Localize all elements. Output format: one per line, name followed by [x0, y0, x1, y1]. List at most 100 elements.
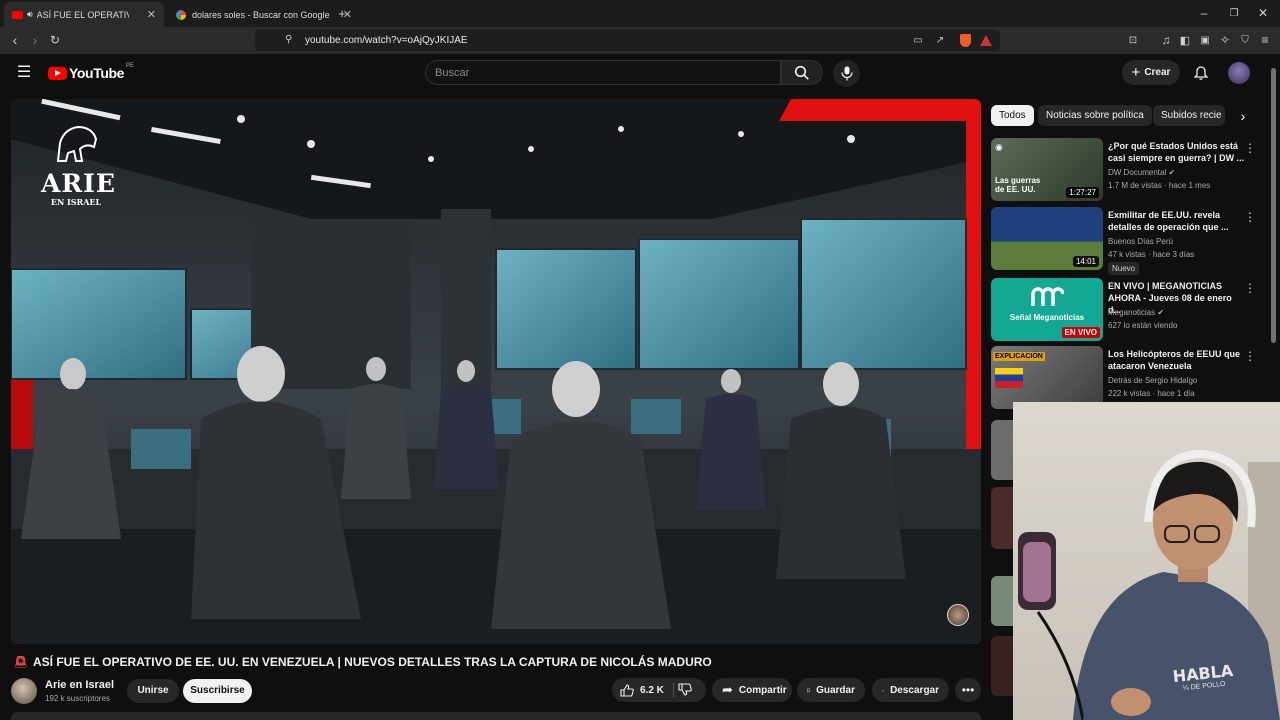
video-title[interactable]: Los Helicópteros de EEUU que atacaron Ve…: [1108, 348, 1246, 372]
more-vertical-icon[interactable]: ⋮: [1244, 141, 1256, 155]
video-title: ASÍ FUE EL OPERATIVO DE EE. UU. EN VENEZ…: [33, 655, 712, 669]
forward-icon[interactable]: ›: [26, 31, 44, 49]
maximize-icon[interactable]: ❐: [1226, 4, 1242, 22]
tab-title: ASÍ FUE EL OPERATIVO DE EE. UU.: [36, 9, 129, 20]
recommendation-item[interactable]: 14:01 Exmilitar de EE.UU. revela detalle…: [991, 207, 1261, 275]
lion-icon: [56, 125, 98, 162]
more-vertical-icon[interactable]: ⋮: [1244, 349, 1256, 363]
webcam-overlay: HABLA ¼ DE POLLO: [1013, 402, 1280, 720]
wallet-icon[interactable]: ▣: [1197, 32, 1213, 48]
share-icon[interactable]: ↗: [932, 32, 948, 48]
speaker-icon[interactable]: 🔊︎: [27, 9, 33, 20]
ai-assistant-icon[interactable]: ✧: [1217, 32, 1233, 48]
search-button[interactable]: [781, 60, 823, 85]
browser-tab-active[interactable]: 🔊︎ ASÍ FUE EL OPERATIVO DE EE. UU. ✕: [4, 2, 164, 27]
minimize-icon[interactable]: –: [1196, 4, 1212, 22]
video-meta: 1.7 M de vistas · hace 1 mes: [1108, 181, 1211, 190]
channel-name[interactable]: Arie en Israel: [45, 679, 114, 691]
channel-name[interactable]: DW Documental ✔: [1108, 168, 1175, 177]
live-badge: EN VIVO: [1061, 327, 1100, 338]
video-player[interactable]: ARIE EN ISRAEL: [11, 99, 981, 644]
subscribe-button[interactable]: Suscribirse: [183, 679, 252, 703]
sidebar-icon[interactable]: ◧: [1177, 32, 1193, 48]
thumbnail-text: Las guerras de EE. UU.: [995, 176, 1041, 194]
thumbnail-text: Señal Meganoticias: [1009, 313, 1085, 322]
notifications-bell-icon[interactable]: [1191, 63, 1211, 83]
search-input[interactable]: Buscar: [425, 60, 781, 85]
media-icon[interactable]: ♫: [1158, 32, 1174, 48]
video-meta: 222 k vistas · hace 1 día: [1108, 389, 1195, 398]
hamburger-menu-icon[interactable]: ☰: [14, 62, 34, 82]
address-bar[interactable]: ⚲ youtube.com/watch?v=oAjQyJKIJAE: [255, 30, 1000, 51]
close-window-icon[interactable]: ✕: [1255, 4, 1271, 22]
description-box-edge: [11, 712, 981, 720]
brave-shield-icon[interactable]: [958, 32, 972, 48]
video-thumbnail[interactable]: 14:01: [991, 207, 1103, 270]
meganoticias-logo-icon: [1031, 287, 1064, 306]
share-button[interactable]: ➦ Compartir: [712, 678, 792, 702]
site-info-icon[interactable]: ⚲: [285, 34, 292, 45]
channel-name[interactable]: Detrás de Sergio Hidalgo: [1108, 376, 1197, 385]
voice-search-button[interactable]: [833, 60, 860, 87]
channel-name[interactable]: Meganoticias ✔: [1108, 308, 1164, 317]
create-button[interactable]: + Crear: [1122, 60, 1180, 85]
scrollbar[interactable]: [1271, 68, 1276, 343]
verified-icon: ✔: [1157, 308, 1165, 317]
more-vertical-icon[interactable]: ⋮: [1244, 281, 1256, 295]
plus-icon: +: [1131, 64, 1141, 81]
chevron-right-icon[interactable]: ›: [1234, 107, 1252, 125]
region-code: PE: [126, 63, 135, 69]
save-button[interactable]: Guardar: [797, 678, 865, 702]
video-title[interactable]: Exmilitar de EE.UU. revela detalles de o…: [1108, 209, 1246, 233]
youtube-play-icon: [48, 66, 67, 80]
menu-icon[interactable]: ≡: [1257, 32, 1273, 48]
new-badge: Nuevo: [1108, 262, 1140, 275]
video-title[interactable]: ¿Por qué Estados Unidos está casi siempr…: [1108, 140, 1246, 164]
like-button[interactable]: 6.2 K: [612, 678, 672, 702]
reload-icon[interactable]: ↻: [46, 31, 64, 49]
cast-icon[interactable]: ▭: [910, 32, 926, 48]
chip-recent[interactable]: Subidos recie: [1153, 105, 1225, 126]
video-thumbnail[interactable]: Las guerras de EE. UU. ◉ 1:27:27: [991, 138, 1103, 201]
browser-tab[interactable]: dolares soles - Buscar con Google ✕: [168, 2, 360, 27]
watermark-line2: EN ISRAEL: [50, 197, 102, 207]
youtube-logo[interactable]: YouTube PE: [48, 63, 135, 81]
video-meta: 47 k vistas · hace 3 días: [1108, 250, 1195, 259]
more-horizontal-icon: •••: [961, 683, 975, 697]
dislike-button[interactable]: [678, 683, 698, 697]
recommendation-item[interactable]: Señal Meganoticias EN VIVO EN VIVO | MEG…: [991, 278, 1261, 342]
video-frame-illustration: [11, 99, 981, 644]
back-icon[interactable]: ‹: [6, 31, 24, 49]
more-vertical-icon[interactable]: ⋮: [1244, 210, 1256, 224]
like-dislike-group: 6.2 K: [612, 678, 706, 702]
eye-icon: ◉: [995, 142, 1003, 152]
chip-all[interactable]: Todos: [991, 105, 1034, 126]
avatar[interactable]: [1228, 62, 1250, 84]
share-label: Compartir: [738, 684, 787, 696]
channel-avatar[interactable]: [11, 678, 37, 704]
new-tab-icon[interactable]: +: [334, 4, 350, 22]
chip-politics[interactable]: Noticias sobre política: [1038, 105, 1152, 126]
url-text: youtube.com/watch?v=oAjQyJKIJAE: [305, 35, 468, 46]
close-tab-icon[interactable]: ✕: [147, 8, 156, 21]
screenshot-icon[interactable]: ⊡: [1125, 32, 1141, 48]
more-actions-button[interactable]: •••: [955, 678, 981, 702]
video-thumbnail[interactable]: Señal Meganoticias EN VIVO: [991, 278, 1103, 341]
video-duration: 14:01: [1072, 256, 1099, 267]
watermark-line1: ARIE: [41, 169, 116, 198]
search-icon: [794, 65, 809, 80]
browser-toolbar: ‹ › ↻ ⚲ youtube.com/watch?v=oAjQyJKIJAE …: [0, 27, 1280, 54]
bookmark-save-icon: [807, 688, 810, 693]
recommendation-item[interactable]: Las guerras de EE. UU. ◉ 1:27:27 ¿Por qu…: [991, 138, 1261, 202]
recommendation-item[interactable]: EXPLICACIÓN Los Helicópteros de EEUU que…: [991, 346, 1261, 410]
vpn-icon[interactable]: ⛉: [1237, 32, 1253, 48]
rewards-icon[interactable]: [979, 32, 993, 48]
download-icon: [882, 689, 884, 692]
video-thumbnail[interactable]: EXPLICACIÓN: [991, 346, 1103, 409]
youtube-favicon-icon: [12, 10, 23, 19]
tab-title: dolares soles - Buscar con Google: [192, 9, 330, 20]
join-button[interactable]: Unirse: [127, 679, 179, 703]
download-button[interactable]: Descargar: [872, 678, 949, 702]
channel-name[interactable]: Buenos Días Perú: [1108, 237, 1173, 246]
streamer-figure-illustration: [1018, 449, 1280, 720]
